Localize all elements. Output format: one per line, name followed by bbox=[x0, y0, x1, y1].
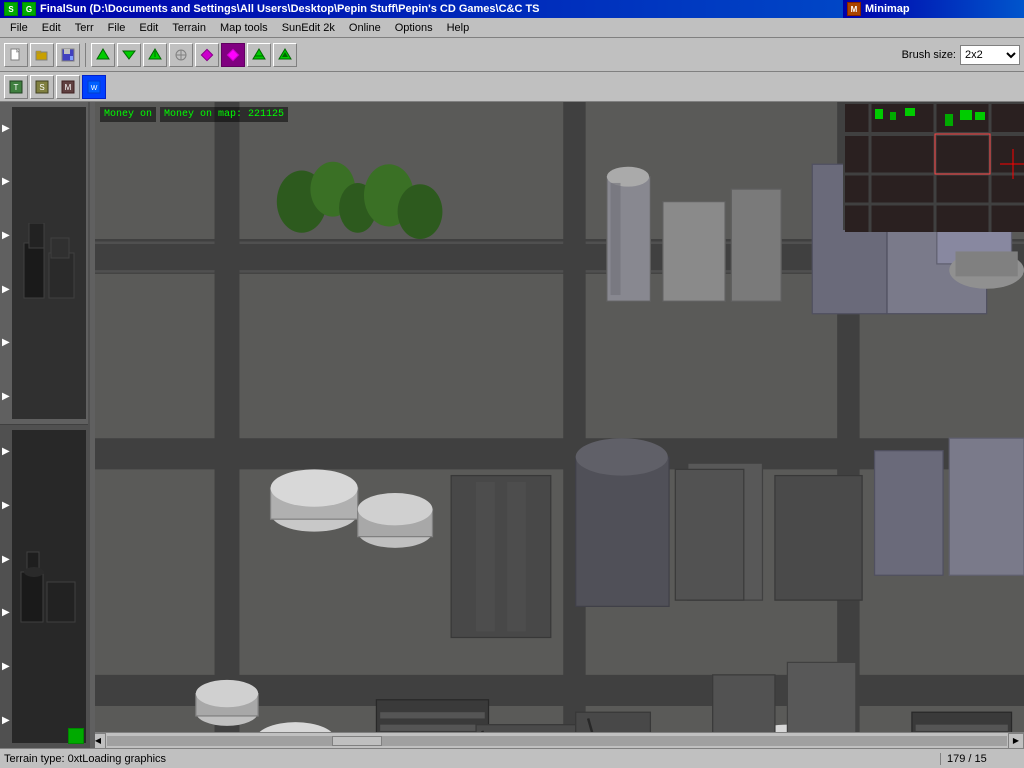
minimap-title-bar: M Minimap bbox=[843, 0, 1024, 18]
brush-size-select[interactable]: 2x2 1x1 3x3 4x4 5x5 bbox=[960, 45, 1020, 65]
menu-terr[interactable]: Terr bbox=[69, 20, 100, 36]
money-label-left: Money on bbox=[100, 107, 156, 122]
main-area: ▶ ▶ ▶ ▶ ▶ ▶ ▶ ▶ ▶ bbox=[0, 102, 1024, 748]
terrain-btn5[interactable] bbox=[195, 43, 219, 67]
scroll-track-h bbox=[107, 736, 1007, 746]
status-right: 179 / 15 bbox=[940, 753, 1020, 765]
tb2-btn2[interactable]: S bbox=[30, 75, 54, 99]
menu-file2[interactable]: File bbox=[102, 20, 132, 36]
menu-bar: File Edit Terr File Edit Terrain Map too… bbox=[0, 18, 1024, 38]
app-icon-left1: S bbox=[4, 2, 18, 16]
terrain-btn7[interactable] bbox=[247, 43, 271, 67]
menu-options[interactable]: Options bbox=[389, 20, 439, 36]
tb2-btn1[interactable]: T bbox=[4, 75, 28, 99]
status-bar: Terrain type: 0xtLoading graphics 179 / … bbox=[0, 748, 1024, 768]
toolbar-sep1 bbox=[85, 43, 86, 67]
terrain-btn1[interactable] bbox=[91, 43, 115, 67]
title-bar-left: S G FinalSun (D:\Documents and Settings\… bbox=[4, 2, 540, 16]
terrain-btn3[interactable] bbox=[143, 43, 167, 67]
app-icon-left2: G bbox=[22, 2, 36, 16]
menu-edit2[interactable]: Edit bbox=[133, 20, 164, 36]
new-button[interactable] bbox=[4, 43, 28, 67]
save-button[interactable] bbox=[56, 43, 80, 67]
brush-size-area: Brush size: 2x2 1x1 3x3 4x4 5x5 bbox=[902, 45, 1020, 65]
svg-text:W: W bbox=[91, 85, 98, 92]
minimap-title: Minimap bbox=[865, 3, 910, 15]
tb2-btn3[interactable]: M bbox=[56, 75, 80, 99]
menu-file1[interactable]: File bbox=[4, 20, 34, 36]
menu-sunedit2k[interactable]: SunEdit 2k bbox=[276, 20, 341, 36]
menu-help[interactable]: Help bbox=[441, 20, 476, 36]
toolbar1: Brush size: 2x2 1x1 3x3 4x4 5x5 bbox=[0, 38, 1024, 72]
svg-text:T: T bbox=[14, 83, 19, 92]
open-button[interactable] bbox=[30, 43, 54, 67]
scroll-right-button[interactable]: ▶ bbox=[1008, 733, 1024, 749]
minimap-icon: M bbox=[847, 2, 861, 16]
tb2-btn4[interactable]: W bbox=[82, 75, 106, 99]
scroll-thumb-h[interactable] bbox=[332, 736, 382, 746]
money-on-map: Money on map: 221125 bbox=[160, 107, 288, 122]
menu-edit1[interactable]: Edit bbox=[36, 20, 67, 36]
terrain-btn2[interactable] bbox=[117, 43, 141, 67]
menu-terrain[interactable]: Terrain bbox=[166, 20, 212, 36]
svg-text:S: S bbox=[39, 83, 44, 92]
svg-text:M: M bbox=[65, 83, 72, 92]
brush-size-label: Brush size: bbox=[902, 49, 956, 61]
terrain-btn6[interactable] bbox=[221, 43, 245, 67]
status-left: Terrain type: 0xtLoading graphics bbox=[4, 753, 940, 765]
menu-map-tools[interactable]: Map tools bbox=[214, 20, 274, 36]
h-scrollbar[interactable]: ◀ ▶ bbox=[90, 732, 1024, 748]
menu-online[interactable]: Online bbox=[343, 20, 387, 36]
toolbar2: T S M W bbox=[0, 72, 1024, 102]
minimap-panel bbox=[843, 102, 1024, 230]
left-sidebar: ▶ ▶ ▶ ▶ ▶ ▶ ▶ ▶ ▶ bbox=[0, 102, 90, 748]
window-title: FinalSun (D:\Documents and Settings\All … bbox=[40, 3, 540, 15]
minimap-content bbox=[845, 104, 1024, 232]
terrain-btn4[interactable] bbox=[169, 43, 193, 67]
terrain-btn8[interactable] bbox=[273, 43, 297, 67]
